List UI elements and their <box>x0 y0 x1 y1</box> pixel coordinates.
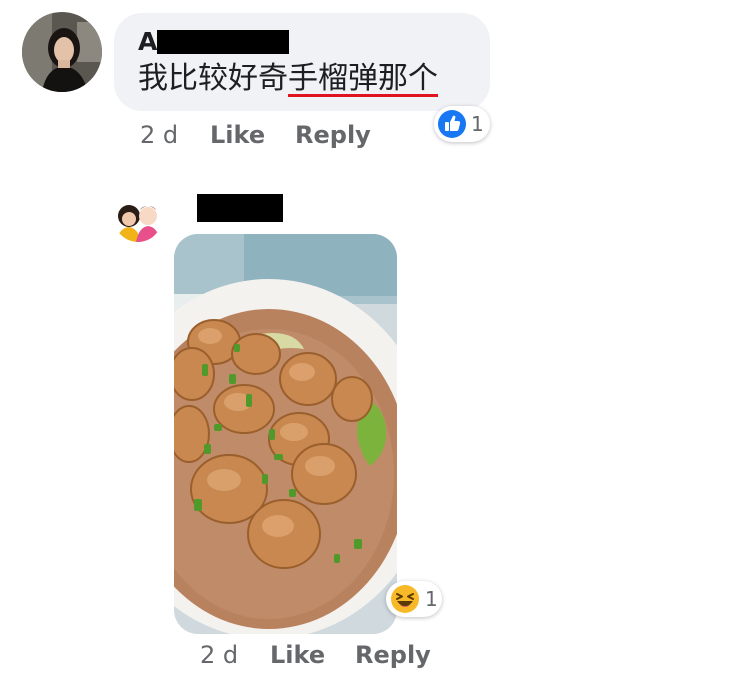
comment-text-plain: 我比较好奇 <box>138 61 288 96</box>
comment-text: 我比较好奇手榴弹那个 <box>138 60 438 98</box>
redacted-name <box>197 194 283 222</box>
comment-reply-button[interactable]: Reply <box>295 120 371 150</box>
redacted-name <box>157 30 289 54</box>
laughing-face-icon <box>390 584 420 614</box>
food-photo[interactable] <box>174 234 397 634</box>
reply-reaction-count: 1 <box>425 587 438 611</box>
commenter-avatar[interactable] <box>22 12 102 92</box>
commenter-name[interactable]: A <box>138 27 157 57</box>
replier-avatar[interactable] <box>114 194 162 242</box>
reply-timestamp[interactable]: 2 d <box>200 640 238 670</box>
comment-timestamp[interactable]: 2 d <box>140 120 178 150</box>
reply-like-button[interactable]: Like <box>270 640 325 670</box>
comment-like-button[interactable]: Like <box>210 120 265 150</box>
comment-text-underlined: 手榴弹那个 <box>288 61 438 96</box>
thumbs-up-icon <box>438 110 466 138</box>
comment-reaction-count: 1 <box>471 112 484 136</box>
reply-reply-button[interactable]: Reply <box>355 640 431 670</box>
reply-reaction-badge[interactable]: 1 <box>386 581 442 617</box>
comment-reaction-badge[interactable]: 1 <box>434 106 490 142</box>
